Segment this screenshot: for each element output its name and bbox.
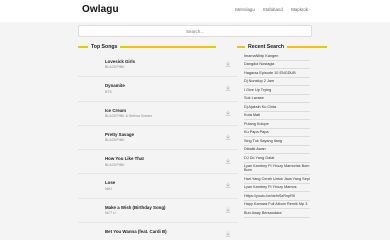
recent-search-item[interactable]: ImamaNibip Kangen <box>244 52 310 61</box>
recent-search-header: Recent Search <box>237 44 328 50</box>
recent-search-list: ImamaNibip Kangen Dangdut Nostagia Hagaraz… <box>244 52 310 218</box>
song-artist: NIKI <box>105 186 112 191</box>
accent-bar <box>120 46 217 48</box>
download-icon[interactable] <box>225 134 231 140</box>
site-logo[interactable]: Owlagu <box>82 4 119 15</box>
song-artist: BTS <box>105 89 112 94</box>
download-icon[interactable] <box>225 109 231 116</box>
song-artist: NCT U <box>105 211 116 216</box>
top-nav: Metrolagu Stafaband Wapkrok <box>235 7 308 12</box>
song-title[interactable]: Make a Wish (Birthday Song) <box>105 205 165 210</box>
download-icon[interactable] <box>225 85 231 91</box>
recent-search-item[interactable]: Dj Nonstop 2 Jam <box>244 78 310 86</box>
song-item[interactable]: How You Like That BLACKPINK <box>78 150 238 175</box>
recent-search-item[interactable]: Lyan Kambey Ft Yhozy Mamorisk Bom Bom <box>244 163 310 176</box>
song-item[interactable]: Lovesick Girls BLACKPINK <box>78 53 238 78</box>
nav-link-metrolagu[interactable]: Metrolagu <box>235 7 255 12</box>
accent-bar <box>287 46 328 48</box>
song-item[interactable]: Bet You Wanna (feat. Cardi B) <box>78 223 238 240</box>
song-title[interactable]: Lose <box>105 180 115 185</box>
song-title[interactable]: Lovesick Girls <box>105 59 135 64</box>
recent-search-item[interactable]: I Give Up Trying <box>244 86 310 95</box>
recent-search-item[interactable]: Dangdut Nostagia <box>244 61 310 69</box>
recent-search-item[interactable]: Https://youtu.be/dzfnSzRnpR0 <box>244 192 310 201</box>
recent-search-item[interactable]: DJ Do Yang Galat <box>244 154 310 163</box>
recent-search-item[interactable]: Hagaraz Episode 10 ENGDUB <box>244 69 310 78</box>
recent-search-item[interactable]: Hapy Kamara Full Album Remik Mp 3 <box>244 201 310 210</box>
download-icon[interactable] <box>225 207 231 213</box>
song-item[interactable]: Pretty Savage BLACKPINK <box>78 126 238 151</box>
download-icon[interactable] <box>225 182 231 189</box>
accent-bar <box>78 46 88 48</box>
search-input[interactable] <box>78 25 312 37</box>
nav-link-wapkrok[interactable]: Wapkrok <box>291 7 308 12</box>
recent-search-item[interactable]: Bun Away Bersaudara <box>244 209 310 218</box>
download-icon[interactable] <box>225 61 231 67</box>
song-item[interactable]: Dynamite BTS <box>78 77 238 102</box>
download-icon[interactable] <box>225 158 231 164</box>
recent-search-item[interactable]: Dibalik Awan <box>244 146 310 154</box>
song-artist: BLACKPINK <box>105 138 125 143</box>
download-icon[interactable] <box>225 231 231 237</box>
recent-search-item[interactable]: Kota Mati <box>244 112 310 120</box>
song-artist: BLACKPINK <box>105 65 125 70</box>
top-songs-title: Top Songs <box>91 44 118 50</box>
song-item[interactable]: Make a Wish (Birthday Song) NCT U <box>78 199 238 224</box>
song-title[interactable]: Ice Cream <box>105 108 126 113</box>
song-title[interactable]: Dynamite <box>105 83 125 88</box>
song-title[interactable]: Pretty Savage <box>105 132 134 137</box>
recent-search-item[interactable]: Pulang Kolope <box>244 120 310 129</box>
accent-bar <box>237 46 245 48</box>
recent-search-item[interactable]: Dj Ajaksih Ku Cinta <box>244 103 310 112</box>
recent-search-title: Recent Search <box>248 44 285 50</box>
recent-search-item[interactable]: Ku Papa Papa <box>244 129 310 137</box>
song-item[interactable]: Lose NIKI <box>78 174 238 199</box>
recent-search-item[interactable]: Lyan Kambey Ft Yhozy Mamos <box>244 184 310 193</box>
song-artist: BLACKPINK <box>105 162 125 167</box>
recent-search-item[interactable]: Sok Lavase <box>244 95 310 103</box>
nav-link-stafaband[interactable]: Stafaband <box>263 7 283 12</box>
song-artist: BLACKPINK & Selena Gomez <box>105 113 153 118</box>
song-title[interactable]: How You Like That <box>105 156 144 161</box>
song-title[interactable]: Bet You Wanna (feat. Cardi B) <box>105 229 167 234</box>
recent-search-item[interactable]: Hari Yang Cerah Untuk Jiwa Yang Sepi <box>244 175 310 184</box>
song-item[interactable]: Ice Cream BLACKPINK & Selena Gomez <box>78 102 238 126</box>
recent-search-item[interactable]: Sing Tuk Sayang Ilang <box>244 137 310 146</box>
site-header: Owlagu Metrolagu Stafaband Wapkrok <box>0 0 390 22</box>
top-songs-header: Top Songs <box>78 44 217 50</box>
top-songs-list: Lovesick Girls BLACKPINK Dynamite BTS Ice Cr… <box>78 53 238 240</box>
